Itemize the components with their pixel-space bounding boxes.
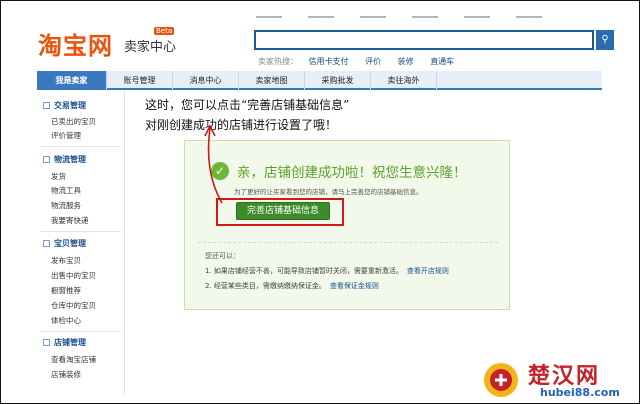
watermark-url: hubei88.com — [540, 386, 620, 399]
annotation-arrow — [204, 124, 223, 204]
arrow-line — [207, 127, 223, 204]
